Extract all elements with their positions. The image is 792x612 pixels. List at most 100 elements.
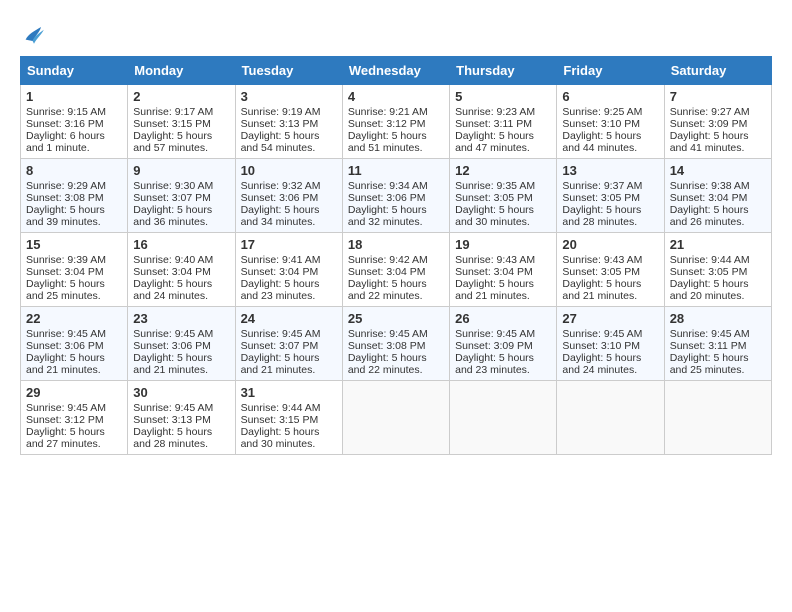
calendar-cell: 28Sunrise: 9:45 AMSunset: 3:11 PMDayligh… <box>664 307 771 381</box>
daylight: Daylight: 5 hours and 51 minutes. <box>348 130 427 154</box>
day-number: 19 <box>455 237 551 252</box>
calendar-cell: 15Sunrise: 9:39 AMSunset: 3:04 PMDayligh… <box>21 233 128 307</box>
calendar-cell: 27Sunrise: 9:45 AMSunset: 3:10 PMDayligh… <box>557 307 664 381</box>
day-number: 16 <box>133 237 229 252</box>
sunrise: Sunrise: 9:29 AM <box>26 180 106 192</box>
sunset: Sunset: 3:07 PM <box>241 340 319 352</box>
daylight: Daylight: 5 hours and 27 minutes. <box>26 426 105 450</box>
calendar-cell: 8Sunrise: 9:29 AMSunset: 3:08 PMDaylight… <box>21 159 128 233</box>
day-number: 31 <box>241 385 337 400</box>
daylight: Daylight: 5 hours and 41 minutes. <box>670 130 749 154</box>
sunrise: Sunrise: 9:21 AM <box>348 106 428 118</box>
daylight: Daylight: 5 hours and 34 minutes. <box>241 204 320 228</box>
daylight: Daylight: 5 hours and 30 minutes. <box>455 204 534 228</box>
sunset: Sunset: 3:08 PM <box>26 192 104 204</box>
sunset: Sunset: 3:06 PM <box>133 340 211 352</box>
sunrise: Sunrise: 9:42 AM <box>348 254 428 266</box>
calendar-cell: 25Sunrise: 9:45 AMSunset: 3:08 PMDayligh… <box>342 307 449 381</box>
sunset: Sunset: 3:05 PM <box>670 266 748 278</box>
calendar-cell: 5Sunrise: 9:23 AMSunset: 3:11 PMDaylight… <box>450 85 557 159</box>
calendar-cell: 29 Sunrise: 9:45 AMSunset: 3:12 PMDayligh… <box>21 381 128 455</box>
sunset: Sunset: 3:05 PM <box>562 266 640 278</box>
sunrise: Sunrise: 9:25 AM <box>562 106 642 118</box>
sunrise: Sunrise: 9:17 AM <box>133 106 213 118</box>
week-row-2: 8Sunrise: 9:29 AMSunset: 3:08 PMDaylight… <box>21 159 772 233</box>
daylight: Daylight: 5 hours and 24 minutes. <box>133 278 212 302</box>
logo <box>20 20 52 48</box>
sunrise: Sunrise: 9:40 AM <box>133 254 213 266</box>
sunrise: Sunrise: 9:45 AM <box>26 328 106 340</box>
daylight: Daylight: 5 hours and 32 minutes. <box>348 204 427 228</box>
calendar-cell: 11Sunrise: 9:34 AMSunset: 3:06 PMDayligh… <box>342 159 449 233</box>
daylight: Daylight: 5 hours and 21 minutes. <box>26 352 105 376</box>
calendar-cell <box>450 381 557 455</box>
daylight: Daylight: 5 hours and 28 minutes. <box>133 426 212 450</box>
day-number: 21 <box>670 237 766 252</box>
sunrise: Sunrise: 9:45 AM <box>562 328 642 340</box>
day-number: 11 <box>348 163 444 178</box>
day-number: 26 <box>455 311 551 326</box>
sunrise: Sunrise: 9:45 AM <box>133 402 213 414</box>
sunrise: Sunrise: 9:45 AM <box>133 328 213 340</box>
sunrise: Sunrise: 9:23 AM <box>455 106 535 118</box>
sunrise: Sunrise: 9:30 AM <box>133 180 213 192</box>
day-number: 28 <box>670 311 766 326</box>
week-row-1: 1Sunrise: 9:15 AMSunset: 3:16 PMDaylight… <box>21 85 772 159</box>
sunrise: Sunrise: 9:45 AM <box>348 328 428 340</box>
daylight: Daylight: 5 hours and 22 minutes. <box>348 278 427 302</box>
header-friday: Friday <box>557 57 664 85</box>
header-monday: Monday <box>128 57 235 85</box>
calendar-cell: 31Sunrise: 9:44 AMSunset: 3:15 PMDayligh… <box>235 381 342 455</box>
sunrise: Sunrise: 9:39 AM <box>26 254 106 266</box>
daylight: Daylight: 5 hours and 21 minutes. <box>562 278 641 302</box>
calendar-cell: 14Sunrise: 9:38 AMSunset: 3:04 PMDayligh… <box>664 159 771 233</box>
week-row-3: 15Sunrise: 9:39 AMSunset: 3:04 PMDayligh… <box>21 233 772 307</box>
calendar-cell: 6Sunrise: 9:25 AMSunset: 3:10 PMDaylight… <box>557 85 664 159</box>
daylight: Daylight: 5 hours and 30 minutes. <box>241 426 320 450</box>
calendar-cell: 12Sunrise: 9:35 AMSunset: 3:05 PMDayligh… <box>450 159 557 233</box>
week-row-4: 22Sunrise: 9:45 AMSunset: 3:06 PMDayligh… <box>21 307 772 381</box>
sunset: Sunset: 3:04 PM <box>133 266 211 278</box>
day-number: 5 <box>455 89 551 104</box>
sunset: Sunset: 3:04 PM <box>241 266 319 278</box>
calendar-cell <box>342 381 449 455</box>
sunset: Sunset: 3:13 PM <box>133 414 211 426</box>
sunset: Sunset: 3:05 PM <box>562 192 640 204</box>
sunset: Sunset: 3:10 PM <box>562 118 640 130</box>
day-number: 29 <box>26 385 122 400</box>
sunrise: Sunrise: 9:45 AM <box>26 402 106 414</box>
daylight: Daylight: 5 hours and 25 minutes. <box>670 352 749 376</box>
day-number: 24 <box>241 311 337 326</box>
calendar-cell <box>664 381 771 455</box>
sunset: Sunset: 3:15 PM <box>133 118 211 130</box>
day-number: 2 <box>133 89 229 104</box>
header-thursday: Thursday <box>450 57 557 85</box>
day-number: 23 <box>133 311 229 326</box>
sunset: Sunset: 3:09 PM <box>670 118 748 130</box>
calendar-cell: 1Sunrise: 9:15 AMSunset: 3:16 PMDaylight… <box>21 85 128 159</box>
daylight: Daylight: 5 hours and 57 minutes. <box>133 130 212 154</box>
calendar-cell: 21Sunrise: 9:44 AMSunset: 3:05 PMDayligh… <box>664 233 771 307</box>
calendar-cell: 24Sunrise: 9:45 AMSunset: 3:07 PMDayligh… <box>235 307 342 381</box>
calendar-cell: 9Sunrise: 9:30 AMSunset: 3:07 PMDaylight… <box>128 159 235 233</box>
sunset: Sunset: 3:12 PM <box>26 414 104 426</box>
sunrise: Sunrise: 9:34 AM <box>348 180 428 192</box>
daylight: Daylight: 5 hours and 54 minutes. <box>241 130 320 154</box>
daylight: Daylight: 5 hours and 44 minutes. <box>562 130 641 154</box>
sunset: Sunset: 3:07 PM <box>133 192 211 204</box>
sunset: Sunset: 3:06 PM <box>241 192 319 204</box>
sunrise: Sunrise: 9:45 AM <box>241 328 321 340</box>
calendar-cell: 7Sunrise: 9:27 AMSunset: 3:09 PMDaylight… <box>664 85 771 159</box>
day-number: 7 <box>670 89 766 104</box>
sunrise: Sunrise: 9:41 AM <box>241 254 321 266</box>
daylight: Daylight: 5 hours and 21 minutes. <box>455 278 534 302</box>
daylight: Daylight: 5 hours and 22 minutes. <box>348 352 427 376</box>
calendar-cell: 23Sunrise: 9:45 AMSunset: 3:06 PMDayligh… <box>128 307 235 381</box>
sunset: Sunset: 3:13 PM <box>241 118 319 130</box>
logo-icon <box>20 20 48 48</box>
calendar-cell: 19Sunrise: 9:43 AMSunset: 3:04 PMDayligh… <box>450 233 557 307</box>
sunset: Sunset: 3:10 PM <box>562 340 640 352</box>
day-number: 10 <box>241 163 337 178</box>
calendar-cell: 3Sunrise: 9:19 AMSunset: 3:13 PMDaylight… <box>235 85 342 159</box>
sunset: Sunset: 3:09 PM <box>455 340 533 352</box>
